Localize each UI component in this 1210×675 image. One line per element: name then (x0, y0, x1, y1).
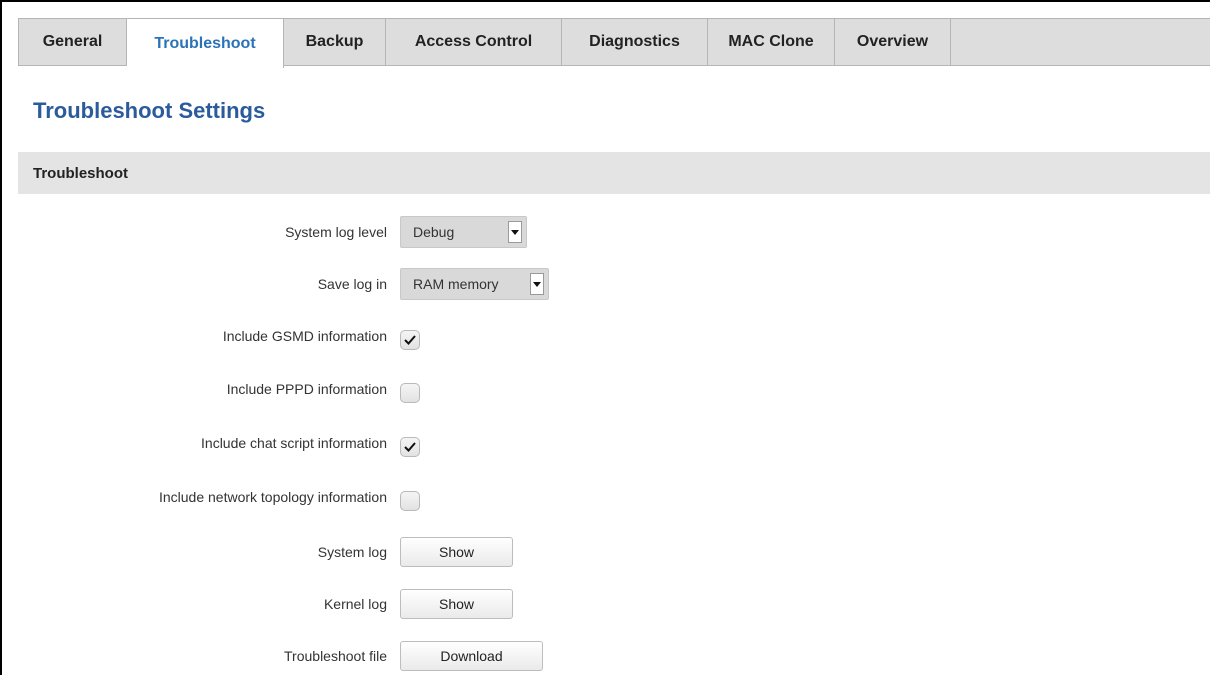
tab-general[interactable]: General (19, 19, 127, 65)
page-title: Troubleshoot Settings (33, 98, 266, 123)
include-gsmd-label: Include GSMD information (222, 328, 387, 344)
row-system-log-level: System log level Debug (0, 216, 527, 248)
row-system-log: System log Show (0, 536, 513, 568)
checkmark-icon (404, 335, 416, 345)
system-log-level-label: System log level (285, 224, 387, 240)
row-kernel-log: Kernel log Show (0, 588, 513, 620)
row-include-pppd: Include PPPD information (0, 373, 420, 405)
chevron-down-icon (530, 273, 544, 295)
tab-overview[interactable]: Overview (835, 19, 951, 65)
tab-access-control[interactable]: Access Control (386, 19, 562, 65)
include-pppd-checkbox[interactable] (400, 383, 420, 403)
chevron-down-icon (508, 221, 522, 243)
tab-backup[interactable]: Backup (284, 19, 386, 65)
troubleshoot-file-download-button[interactable]: Download (400, 641, 543, 671)
troubleshoot-file-label: Troubleshoot file (284, 648, 387, 664)
include-network-topology-checkbox[interactable] (400, 491, 420, 511)
tab-bar-filler (951, 19, 1210, 65)
system-log-show-button[interactable]: Show (400, 537, 513, 567)
tab-troubleshoot[interactable]: Troubleshoot (127, 19, 284, 68)
system-log-label: System log (317, 544, 387, 560)
checkmark-icon (404, 442, 416, 452)
row-include-network-topology: Include network topology information (0, 481, 420, 513)
row-include-gsmd: Include GSMD information (0, 320, 420, 352)
system-log-level-value: Debug (413, 224, 455, 240)
system-log-level-select[interactable]: Debug (400, 216, 527, 248)
include-chat-script-checkbox[interactable] (400, 437, 420, 457)
kernel-log-show-button[interactable]: Show (400, 589, 513, 619)
tab-bar: General Troubleshoot Backup Access Contr… (18, 18, 1210, 68)
save-log-in-label: Save log in (317, 276, 387, 292)
tab-diagnostics[interactable]: Diagnostics (562, 19, 708, 65)
include-pppd-label: Include PPPD information (226, 381, 387, 397)
row-troubleshoot-file: Troubleshoot file Download (0, 640, 543, 672)
include-network-topology-label: Include network topology information (158, 489, 387, 505)
section-header: Troubleshoot (18, 152, 1210, 194)
include-chat-script-label: Include chat script information (201, 435, 387, 451)
section-title: Troubleshoot (33, 164, 128, 182)
include-gsmd-checkbox[interactable] (400, 330, 420, 350)
save-log-in-select[interactable]: RAM memory (400, 268, 549, 300)
save-log-in-value: RAM memory (413, 276, 499, 292)
tab-mac-clone[interactable]: MAC Clone (708, 19, 835, 65)
row-save-log-in: Save log in RAM memory (0, 268, 549, 300)
kernel-log-label: Kernel log (323, 596, 387, 612)
row-include-chat-script: Include chat script information (0, 427, 420, 459)
